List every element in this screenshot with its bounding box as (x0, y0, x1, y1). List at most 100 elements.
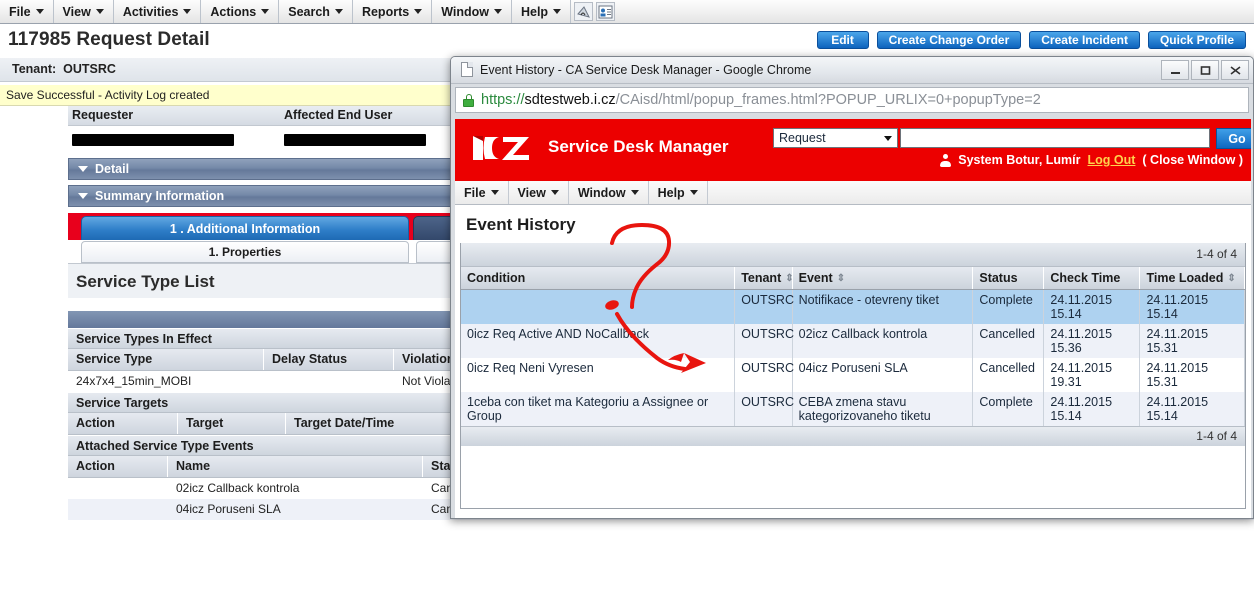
action-button-bar: Edit Create Change Order Create Incident… (816, 31, 1246, 49)
window-controls (1161, 60, 1249, 80)
col-time-loaded[interactable]: Time Loaded ⇕ (1139, 267, 1245, 290)
cell-name: 02icz Callback kontrola (176, 481, 300, 495)
create-change-order-button[interactable]: Create Change Order (876, 31, 1022, 49)
cell-event: 02icz Callback kontrola (792, 324, 974, 358)
record-count-top: 1-4 of 4 (1196, 247, 1237, 261)
col-service-type[interactable]: Service Type (68, 349, 264, 370)
search-type-select[interactable]: Request (773, 128, 898, 148)
popup-menu-window[interactable]: Window (569, 181, 649, 204)
menu-search[interactable]: Search (279, 0, 353, 23)
popup-menubar: File View Window Help (455, 181, 1251, 205)
toolbar-icons (571, 0, 618, 23)
menu-activities-label: Activities (122, 4, 179, 19)
menu-view-label: View (62, 4, 91, 19)
popup-menu-view[interactable]: View (509, 181, 569, 204)
popup-menu-help-label: Help (657, 185, 685, 200)
col-condition[interactable]: Condition (461, 267, 736, 290)
user-name: System Botur, Lumír (958, 153, 1081, 167)
popup-menu-window-label: Window (577, 185, 626, 200)
close-window-link[interactable]: ( Close Window ) (1142, 153, 1243, 167)
menu-help-label: Help (520, 4, 549, 19)
menu-view[interactable]: View (54, 0, 114, 23)
popup-menu-file[interactable]: File (455, 181, 509, 204)
col-check-time[interactable]: Check Time (1043, 267, 1141, 290)
menu-actions[interactable]: Actions (201, 0, 280, 23)
cell-check-time: 24.11.2015 15.14 (1043, 289, 1141, 324)
subtab-properties[interactable]: 1. Properties (81, 241, 409, 263)
cell-delay-status (264, 371, 394, 392)
search-type-value: Request (779, 131, 826, 145)
cell-check-time: 24.11.2015 15.36 (1043, 324, 1141, 358)
tenant-label: Tenant: (12, 62, 57, 76)
address-bar[interactable]: https://sdtestweb.i.cz/CAisd/html/popup_… (455, 87, 1249, 113)
popup-menu-help[interactable]: Help (649, 181, 708, 204)
create-change-order-label: Create Change Order (888, 33, 1010, 47)
menu-file[interactable]: File (0, 0, 54, 23)
col-check-time-label: Check Time (1050, 271, 1121, 285)
menu-reports-label: Reports (361, 4, 410, 19)
event-history-popup-window[interactable]: Event History - CA Service Desk Manager … (450, 56, 1254, 519)
chevron-down-icon (414, 9, 423, 14)
col-delay-status[interactable]: Delay Status (264, 349, 394, 370)
menu-search-label: Search (288, 4, 330, 19)
table-header-row: Condition Tenant ⇕ Event ⇕ Status Check Ti… (461, 267, 1245, 290)
col-event[interactable]: Event ⇕ (792, 267, 974, 290)
cell-time-loaded: 24.11.2015 15.31 (1139, 324, 1245, 358)
col-target[interactable]: Target (178, 413, 286, 434)
col-event-label: Event (798, 271, 833, 285)
cell-event: 04icz Poruseni SLA (792, 358, 974, 392)
edit-button[interactable]: Edit (816, 31, 869, 49)
redaction-bar (72, 133, 234, 146)
chevron-down-icon (261, 9, 270, 14)
menu-reports[interactable]: Reports (353, 0, 433, 23)
col-time-loaded-label: Time Loaded (1146, 271, 1224, 285)
col-action[interactable]: Action (68, 456, 168, 477)
quick-profile-label: Quick Profile (1159, 33, 1234, 47)
cell-action (68, 499, 168, 520)
chevron-down-icon (493, 9, 502, 14)
quick-profile-button[interactable]: Quick Profile (1147, 31, 1246, 49)
cell-tenant: OUTSRC (734, 358, 794, 392)
cell-time-loaded: 24.11.2015 15.14 (1139, 392, 1245, 426)
cell-condition: 0icz Req Neni Vyresen (461, 358, 736, 392)
section-detail-label: Detail (95, 162, 130, 176)
chevron-down-icon (334, 9, 343, 14)
chevron-down-icon (35, 9, 44, 14)
col-name[interactable]: Name (168, 456, 423, 477)
search-input[interactable] (900, 128, 1210, 148)
record-count-bottom: 1-4 of 4 (1196, 429, 1237, 443)
col-status[interactable]: Status (972, 267, 1045, 290)
menu-actions-label: Actions (210, 4, 257, 19)
logout-link[interactable]: Log Out (1088, 153, 1136, 167)
minimize-button[interactable] (1161, 60, 1189, 80)
event-history-table: Condition Tenant ⇕ Event ⇕ Status Check Ti… (461, 267, 1245, 426)
chevron-down-icon (490, 190, 499, 195)
url-host: sdtestweb.i.cz (524, 92, 616, 108)
menu-window[interactable]: Window (432, 0, 512, 23)
popup-menu-view-label: View (517, 185, 546, 200)
table-row[interactable]: 0icz Req Neni Vyresen OUTSRC 04icz Porus… (461, 358, 1245, 392)
browser-tab[interactable]: Event History - CA Service Desk Manager … (461, 62, 811, 77)
close-button[interactable] (1221, 60, 1249, 80)
table-row[interactable]: 1ceba con tiket ma Kategoriu a Assignee … (461, 392, 1245, 426)
tab-additional-information[interactable]: 1 . Additional Information (81, 216, 409, 240)
create-incident-button[interactable]: Create Incident (1029, 31, 1140, 49)
cell-status: Cancelled (972, 358, 1045, 392)
menu-activities[interactable]: Activities (114, 0, 202, 23)
col-action[interactable]: Action (68, 413, 178, 434)
col-status-label: Status (979, 271, 1018, 285)
contact-card-icon[interactable] (596, 2, 616, 21)
table-row[interactable]: OUTSRC Notifikace - otevreny tiket Compl… (461, 289, 1245, 324)
subtab-properties-label: 1. Properties (208, 245, 282, 259)
cell-service-type: 24x7x4_15min_MOBI (76, 374, 192, 388)
table-row[interactable]: 0icz Req Active AND NoCallback OUTSRC 02… (461, 324, 1245, 358)
browser-titlebar[interactable]: Event History - CA Service Desk Manager … (451, 57, 1253, 84)
col-tenant[interactable]: Tenant ⇕ (734, 267, 794, 290)
col-tenant-label: Tenant (741, 271, 782, 285)
section-summary-label: Summary Information (95, 189, 225, 203)
announcement-icon[interactable] (574, 2, 594, 21)
go-button[interactable]: Go (1216, 128, 1251, 149)
cell-time-loaded: 24.11.2015 15.31 (1139, 358, 1245, 392)
menu-help[interactable]: Help (512, 0, 572, 23)
maximize-button[interactable] (1191, 60, 1219, 80)
